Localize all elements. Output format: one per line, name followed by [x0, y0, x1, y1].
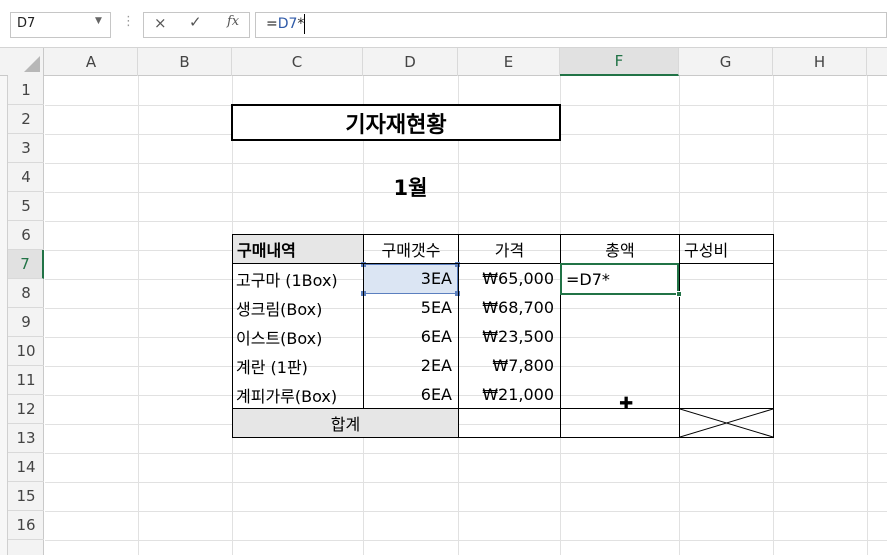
text-caret: [304, 14, 305, 34]
cancel-icon[interactable]: ×: [154, 14, 167, 32]
item-price-cell[interactable]: ₩7,800: [458, 351, 560, 380]
row-header-6[interactable]: 6: [8, 221, 44, 250]
formula-reference: D7: [277, 16, 298, 32]
gridline: [867, 76, 868, 555]
formula-text[interactable]: =D7*: [266, 16, 304, 32]
diagonal-cross-icon: [680, 409, 773, 437]
formula-input[interactable]: [255, 12, 887, 38]
header-count-cell[interactable]: 구매갯수: [363, 234, 459, 264]
row-header-5[interactable]: 5: [8, 192, 44, 221]
select-all-triangle-icon: [24, 56, 40, 72]
gridline: [45, 221, 887, 222]
column-header-g[interactable]: G: [679, 48, 773, 76]
column-header-f[interactable]: F: [560, 48, 679, 76]
column-header-c[interactable]: C: [232, 48, 363, 76]
month-cell[interactable]: 1월: [363, 172, 458, 201]
name-box-value[interactable]: D7: [17, 16, 35, 31]
item-name-cell[interactable]: 계피가루(Box): [232, 380, 363, 409]
item-name-cell[interactable]: 고구마 (1Box): [232, 264, 363, 293]
sum-label-cell[interactable]: 합계: [232, 408, 459, 438]
item-count-cell[interactable]: 5EA: [363, 293, 458, 322]
gridline: [45, 482, 887, 483]
item-count-cell[interactable]: 2EA: [363, 351, 458, 380]
row-header-8[interactable]: 8: [8, 279, 44, 308]
formula-bar-grip-icon: ⋮: [122, 14, 135, 29]
row-header-1[interactable]: 1: [8, 76, 44, 105]
gridline: [45, 540, 887, 541]
cell-cursor-icon: ✚: [619, 394, 634, 414]
sum-ratio-crossed-cell[interactable]: [679, 408, 774, 438]
column-header-a[interactable]: A: [45, 48, 138, 76]
sheet-title-cell[interactable]: 기자재현황: [231, 104, 561, 141]
left-edge-strip: [0, 48, 8, 555]
row-header-12[interactable]: 12: [8, 395, 44, 424]
column-header-b[interactable]: B: [138, 48, 232, 76]
row-header-15[interactable]: 15: [8, 482, 44, 511]
active-cell-f7[interactable]: =D7*: [560, 263, 679, 295]
row-header-3[interactable]: 3: [8, 134, 44, 163]
row-header-16[interactable]: 16: [8, 511, 44, 540]
gridline: [45, 453, 887, 454]
header-ratio-cell[interactable]: 구성비: [679, 234, 774, 264]
insert-function-icon[interactable]: fx: [227, 14, 239, 29]
item-count-cell[interactable]: 3EA: [363, 264, 458, 293]
header-total-cell[interactable]: 총액: [560, 234, 680, 264]
column-header-d[interactable]: D: [363, 48, 458, 76]
item-price-cell[interactable]: ₩23,500: [458, 322, 560, 351]
row-header-13[interactable]: 13: [8, 424, 44, 453]
row-header-4[interactable]: 4: [8, 163, 44, 192]
formula-prefix: =: [266, 16, 278, 32]
fill-handle[interactable]: [676, 291, 682, 297]
item-name-cell[interactable]: 생크림(Box): [232, 293, 363, 322]
row-header-9[interactable]: 9: [8, 308, 44, 337]
item-count-cell[interactable]: 6EA: [363, 380, 458, 409]
gridline: [45, 163, 887, 164]
item-count-cell[interactable]: 6EA: [363, 322, 458, 351]
header-price-cell[interactable]: 가격: [458, 234, 561, 264]
item-price-cell[interactable]: ₩65,000: [458, 264, 560, 293]
header-item-cell[interactable]: 구매내역: [232, 234, 364, 264]
row-header-11[interactable]: 11: [8, 366, 44, 395]
sum-price-cell[interactable]: [458, 408, 561, 438]
name-box-dropdown-icon[interactable]: ▼: [95, 16, 102, 26]
row-header-7[interactable]: 7: [8, 250, 44, 279]
item-name-cell[interactable]: 이스트(Box): [232, 322, 363, 351]
row-header-14[interactable]: 14: [8, 453, 44, 482]
ratio-column-border: [679, 263, 774, 409]
column-header-h[interactable]: H: [773, 48, 867, 76]
item-price-cell[interactable]: ₩21,000: [458, 380, 560, 409]
item-price-cell[interactable]: ₩68,700: [458, 293, 560, 322]
gridline: [45, 192, 887, 193]
item-name-cell[interactable]: 계란 (1판): [232, 351, 363, 380]
enter-icon[interactable]: ✓: [189, 13, 202, 31]
row-header-10[interactable]: 10: [8, 337, 44, 366]
gridline: [138, 76, 139, 555]
row-header-2[interactable]: 2: [8, 105, 44, 134]
gridline: [45, 511, 887, 512]
column-header-e[interactable]: E: [458, 48, 560, 76]
